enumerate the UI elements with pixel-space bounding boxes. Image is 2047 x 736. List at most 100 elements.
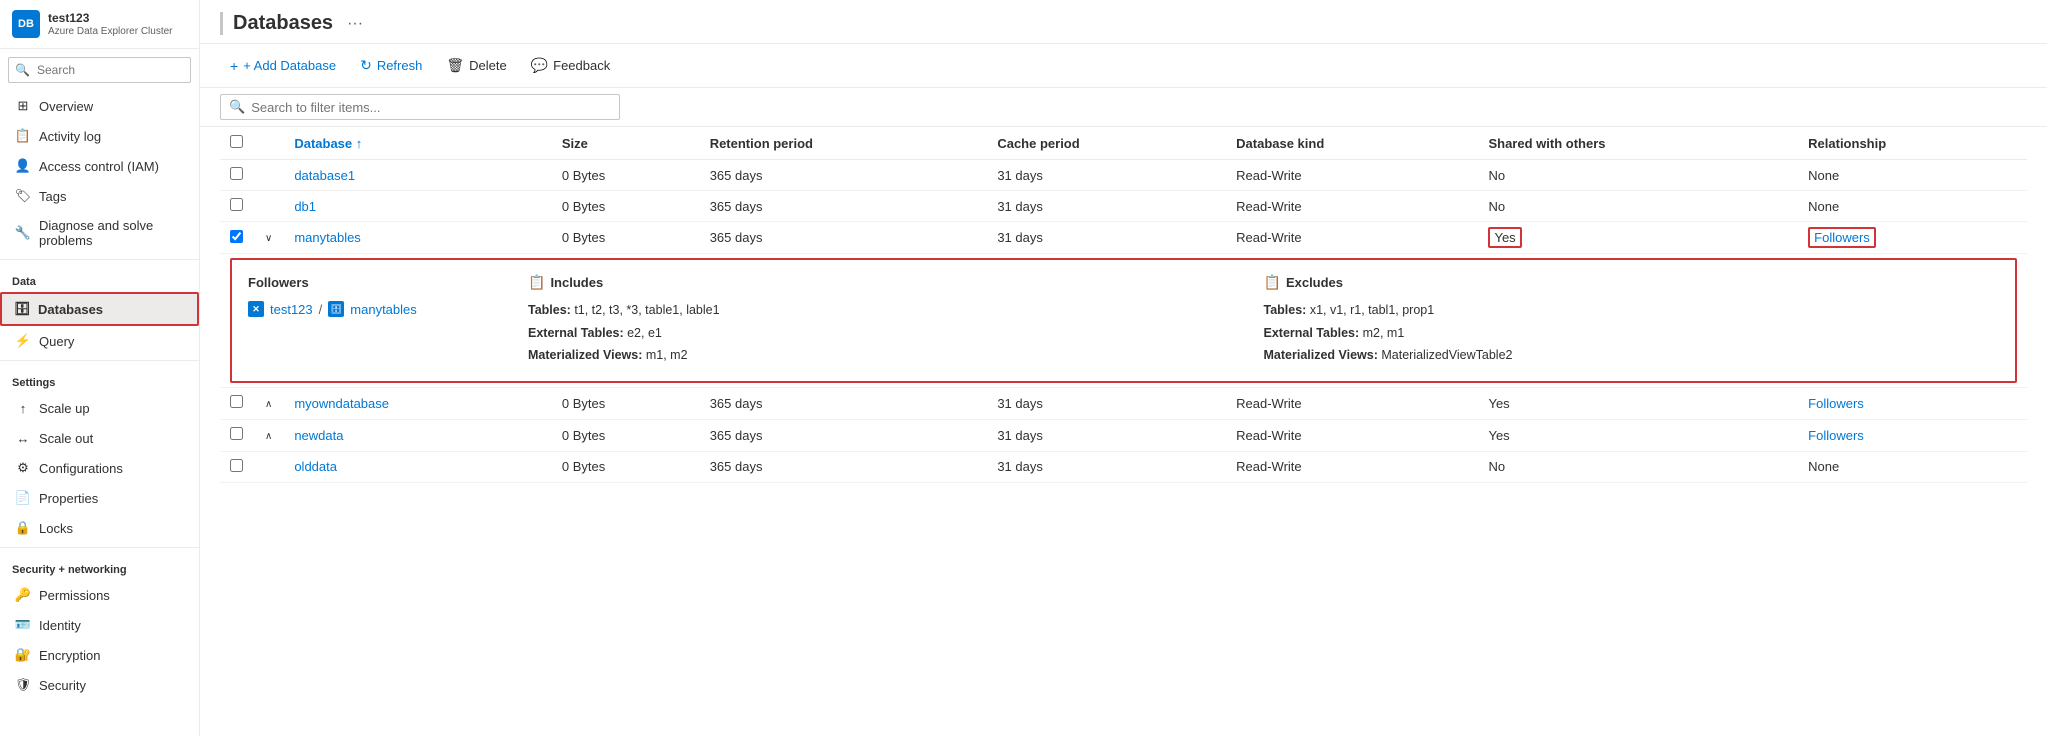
sidebar-item-access-control[interactable]: 👤 Access control (IAM) (0, 151, 199, 181)
follower-panel-cell: Followers 📋 Includes 📋 Excludes (220, 254, 2027, 388)
sidebar-item-locks[interactable]: 🔒 Locks (0, 513, 199, 543)
includes-tables: Tables: t1, t2, t3, *3, table1, lable1 (528, 299, 1264, 322)
sidebar-item-configurations[interactable]: ⚙ Configurations (0, 453, 199, 483)
database-link[interactable]: db1 (294, 199, 316, 214)
th-retention: Retention period (700, 127, 988, 160)
relationship-link[interactable]: Followers (1808, 396, 1864, 411)
row-cache-cell: 31 days (987, 191, 1226, 222)
nav-divider-2 (0, 360, 199, 361)
row-checkbox[interactable] (230, 427, 243, 440)
sidebar-item-tags[interactable]: 🏷 Tags (0, 181, 199, 211)
excludes-label: Excludes (1286, 275, 1343, 290)
sidebar-item-security[interactable]: 🛡 Security (0, 670, 199, 700)
includes-external-label: External Tables: (528, 326, 627, 340)
expand-button[interactable]: ∨ (263, 231, 274, 246)
db-icon: 🗄 (328, 301, 344, 317)
includes-details: Tables: t1, t2, t3, *3, table1, lable1 E… (528, 299, 1264, 367)
section-security: Security + networking (0, 552, 199, 580)
row-expand-cell (253, 160, 284, 191)
database-link[interactable]: manytables (294, 230, 360, 245)
feedback-icon: 💬 (531, 57, 548, 74)
row-kind-cell: Read-Write (1226, 387, 1478, 419)
row-checkbox[interactable] (230, 167, 243, 180)
row-name-cell: database1 (284, 160, 552, 191)
th-size: Size (552, 127, 700, 160)
sidebar-item-diagnose[interactable]: 🔧 Diagnose and solve problems (0, 211, 199, 255)
section-data: Data (0, 264, 199, 292)
database-link[interactable]: myowndatabase (294, 396, 389, 411)
row-expand-cell: ∨ (253, 222, 284, 254)
sidebar-nav: ⊞ Overview 📋 Activity log 👤 Access contr… (0, 91, 199, 736)
excludes-materialized: Materialized Views: MaterializedViewTabl… (1264, 344, 2000, 367)
feedback-button[interactable]: 💬 Feedback (521, 52, 621, 79)
excludes-details: Tables: x1, v1, r1, tabl1, prop1 Externa… (1264, 299, 2000, 367)
followers-header: Followers (248, 274, 528, 291)
sidebar-item-overview[interactable]: ⊞ Overview (0, 91, 199, 121)
excludes-external-label: External Tables: (1264, 326, 1363, 340)
row-kind-cell: Read-Write (1226, 451, 1478, 482)
row-retention-cell: 365 days (700, 451, 988, 482)
search-input[interactable] (8, 57, 191, 83)
expand-button[interactable]: ∧ (263, 429, 274, 444)
relationship-link[interactable]: Followers (1808, 227, 1876, 248)
more-options-icon[interactable]: ··· (347, 15, 363, 33)
row-size-cell: 0 Bytes (552, 387, 700, 419)
table-header-row: Database ↑ Size Retention period Cache p… (220, 127, 2027, 160)
sidebar-item-databases[interactable]: 🗄 Databases (0, 292, 199, 326)
includes-header: 📋 Includes (528, 274, 1264, 291)
sidebar-item-identity[interactable]: 🪪 Identity (0, 610, 199, 640)
sidebar-item-activity-log[interactable]: 📋 Activity log (0, 121, 199, 151)
refresh-icon: ↻ (360, 57, 372, 74)
refresh-button[interactable]: ↻ Refresh (350, 52, 432, 79)
row-relationship-cell: Followers (1798, 419, 2027, 451)
source-db-name[interactable]: manytables (350, 302, 416, 317)
delete-button[interactable]: 🗑 Delete (436, 52, 516, 79)
database-link[interactable]: newdata (294, 428, 343, 443)
row-retention-cell: 365 days (700, 222, 988, 254)
row-kind-cell: Read-Write (1226, 222, 1478, 254)
sidebar-item-query[interactable]: ⚡ Query (0, 326, 199, 356)
row-cache-cell: 31 days (987, 387, 1226, 419)
includes-external: External Tables: e2, e1 (528, 322, 1264, 345)
scale-out-icon: ↔ (15, 430, 31, 446)
add-icon: + (230, 58, 238, 74)
expand-button[interactable]: ∧ (263, 397, 274, 412)
row-checkbox[interactable] (230, 230, 243, 243)
row-shared-cell: Yes (1478, 387, 1798, 419)
sidebar-item-scale-out[interactable]: ↔ Scale out (0, 423, 199, 453)
relationship-link[interactable]: Followers (1808, 428, 1864, 443)
database-link[interactable]: database1 (294, 168, 355, 183)
row-cache-cell: 31 days (987, 160, 1226, 191)
sidebar-item-scale-up[interactable]: ↑ Scale up (0, 393, 199, 423)
select-all-checkbox[interactable] (230, 135, 243, 148)
row-kind-cell: Read-Write (1226, 191, 1478, 222)
row-checkbox[interactable] (230, 395, 243, 408)
source-cluster-name[interactable]: test123 (270, 302, 313, 317)
add-database-button[interactable]: + + Add Database (220, 53, 346, 79)
grid-icon: ⊞ (15, 98, 31, 114)
row-kind-cell: Read-Write (1226, 419, 1478, 451)
tag-icon: 🏷 (15, 188, 31, 204)
row-relationship-cell: Followers (1798, 387, 2027, 419)
table-row: db1 0 Bytes 365 days 31 days Read-Write … (220, 191, 2027, 222)
filter-bar: 🔍 (200, 88, 2047, 127)
row-checkbox-cell (220, 160, 253, 191)
database-link[interactable]: olddata (294, 459, 337, 474)
row-checkbox[interactable] (230, 198, 243, 211)
row-checkbox-cell (220, 222, 253, 254)
database-icon: 🗄 (14, 301, 30, 317)
row-expand-cell: ∧ (253, 419, 284, 451)
filter-input[interactable] (251, 100, 551, 115)
row-name-cell: manytables (284, 222, 552, 254)
sidebar-item-properties[interactable]: 📄 Properties (0, 483, 199, 513)
includes-materialized-value: m1, m2 (646, 348, 688, 362)
list-icon: 📋 (15, 128, 31, 144)
th-select-all (220, 127, 253, 160)
search-container: 🔍 (8, 57, 191, 83)
row-relationship-cell: Followers (1798, 222, 2027, 254)
sidebar-item-permissions[interactable]: 🔑 Permissions (0, 580, 199, 610)
sidebar-item-encryption[interactable]: 🔐 Encryption (0, 640, 199, 670)
row-name-cell: myowndatabase (284, 387, 552, 419)
row-checkbox[interactable] (230, 459, 243, 472)
filter-input-wrap: 🔍 (220, 94, 620, 120)
